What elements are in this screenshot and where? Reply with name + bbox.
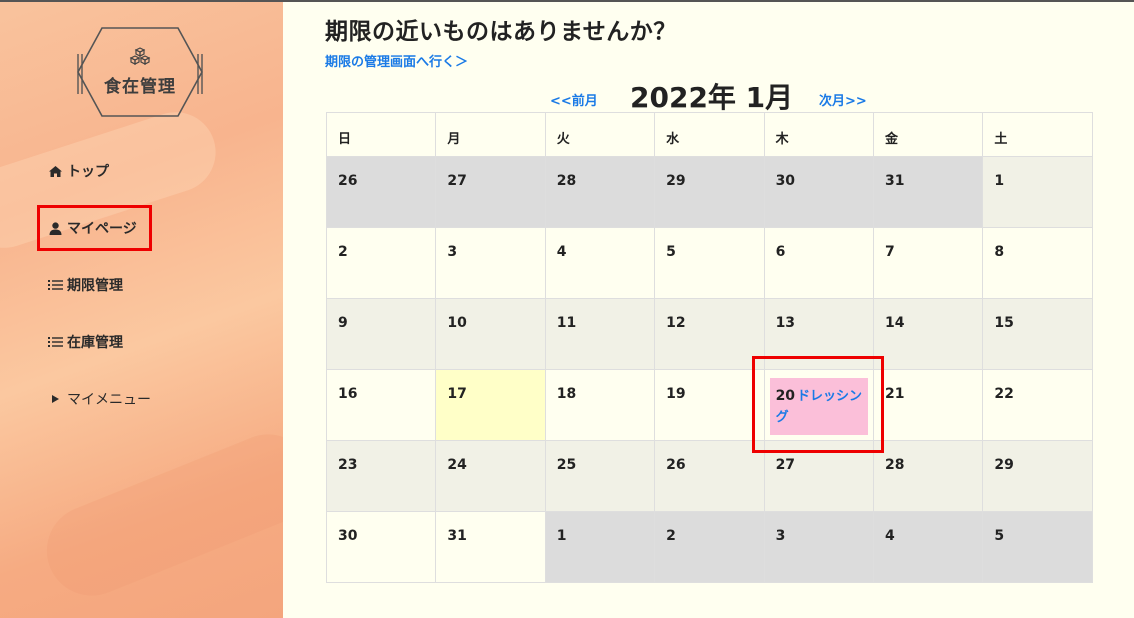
calendar-day-cell[interactable]: 24	[435, 440, 546, 512]
calendar-day-cell[interactable]: 3	[763, 511, 874, 583]
prev-month-link[interactable]: <<前月	[550, 90, 598, 109]
calendar-week-row: 26 27 28 29 30 31 1	[325, 156, 1093, 228]
calendar-week-row: 9 10 11 12 13 14 15	[325, 298, 1093, 370]
calendar-day-cell[interactable]: 5	[982, 511, 1093, 583]
calendar-week-row: 16 17 18 19 20 ドレッシング 21 22	[325, 369, 1093, 441]
logo-text: 食在管理	[104, 77, 176, 97]
triangle-right-icon	[47, 392, 63, 406]
calendar-day-cell[interactable]: 8	[982, 227, 1093, 299]
list-icon	[47, 335, 63, 349]
weekday-header: 水	[654, 112, 765, 157]
calendar-week-row: 23 24 25 26 27 28 29	[325, 440, 1093, 512]
month-navigation: <<前月 2022年 1月 次月>>	[283, 76, 1134, 114]
event-highlight: 20 ドレッシング	[769, 378, 868, 435]
calendar-day-cell[interactable]: 29	[982, 440, 1093, 512]
home-icon	[47, 164, 63, 178]
calendar-day-cell-with-event[interactable]: 20 ドレッシング	[763, 369, 874, 441]
calendar-day-number: 20	[775, 388, 796, 404]
page-title: 期限の近いものはありませんか？	[325, 19, 677, 45]
calendar-day-cell[interactable]: 12	[654, 298, 765, 370]
calendar-table: 日 月 火 水 木 金 土 26 27 28 29 30 31 1 2 3 4 …	[325, 112, 1093, 583]
calendar-day-cell[interactable]: 6	[763, 227, 874, 299]
calendar-day-cell[interactable]: 26	[325, 156, 437, 228]
calendar-day-cell[interactable]: 22	[982, 369, 1093, 441]
calendar-week-row: 2 3 4 5 6 7 8	[325, 227, 1093, 299]
sidebar: 食在管理 トップ マイページ 期限管理 在庫管理 マイメニュー	[0, 0, 283, 618]
calendar-day-cell[interactable]: 2	[654, 511, 765, 583]
weekday-header: 金	[872, 112, 984, 157]
calendar-day-cell[interactable]: 19	[654, 369, 765, 441]
sidebar-item-label: マイページ	[67, 221, 137, 237]
calendar-day-cell[interactable]: 2	[325, 227, 437, 299]
calendar-day-cell[interactable]: 9	[325, 298, 437, 370]
sidebar-item-label: マイメニュー	[67, 392, 151, 408]
calendar-day-cell[interactable]: 15	[982, 298, 1093, 370]
weekday-header: 月	[435, 112, 546, 157]
calendar-day-cell[interactable]: 25	[544, 440, 656, 512]
calendar-day-cell[interactable]: 14	[872, 298, 984, 370]
calendar-day-cell[interactable]: 27	[435, 156, 546, 228]
calendar-day-cell[interactable]: 4	[872, 511, 984, 583]
calendar-day-cell[interactable]: 28	[544, 156, 656, 228]
calendar-day-cell[interactable]: 23	[325, 440, 437, 512]
weekday-header: 日	[325, 112, 437, 157]
sidebar-item-label: 在庫管理	[67, 335, 123, 351]
sidebar-item-mypage[interactable]: マイページ	[47, 217, 137, 239]
calendar-day-cell[interactable]: 1	[544, 511, 656, 583]
sidebar-item-label: 期限管理	[67, 278, 123, 294]
calendar-day-cell[interactable]: 4	[544, 227, 656, 299]
deadline-manage-link[interactable]: 期限の管理画面へ行く＞	[325, 51, 468, 70]
top-border	[0, 0, 1134, 2]
calendar-day-cell[interactable]: 13	[763, 298, 874, 370]
calendar-day-cell[interactable]: 18	[544, 369, 656, 441]
weekday-header: 火	[544, 112, 656, 157]
calendar-day-cell[interactable]: 29	[654, 156, 765, 228]
weekday-header: 土	[982, 112, 1093, 157]
calendar-day-cell[interactable]: 1	[982, 156, 1093, 228]
weekday-header-row: 日 月 火 水 木 金 土	[325, 112, 1093, 157]
calendar-day-cell[interactable]: 28	[872, 440, 984, 512]
calendar-day-cell[interactable]: 31	[872, 156, 984, 228]
calendar-day-cell[interactable]: 11	[544, 298, 656, 370]
sidebar-item-label: トップ	[67, 164, 109, 180]
calendar-day-cell[interactable]: 16	[325, 369, 437, 441]
calendar-day-cell[interactable]: 30	[763, 156, 874, 228]
weekday-header: 木	[763, 112, 874, 157]
calendar-day-cell[interactable]: 27	[763, 440, 874, 512]
main-content: 期限の近いものはありませんか？ 期限の管理画面へ行く＞ <<前月 2022年 1…	[283, 0, 1134, 618]
list-icon	[47, 278, 63, 292]
app-logo[interactable]: 食在管理	[74, 24, 206, 120]
next-month-link[interactable]: 次月>>	[819, 90, 867, 109]
sidebar-item-top[interactable]: トップ	[47, 160, 109, 182]
calendar-day-cell[interactable]: 31	[435, 511, 546, 583]
sidebar-item-stock[interactable]: 在庫管理	[47, 331, 123, 353]
calendar-day-cell[interactable]: 3	[435, 227, 546, 299]
calendar-day-cell[interactable]: 26	[654, 440, 765, 512]
sidebar-item-deadline[interactable]: 期限管理	[47, 274, 123, 296]
user-icon	[47, 221, 63, 235]
calendar-day-cell[interactable]: 5	[654, 227, 765, 299]
calendar-day-cell[interactable]: 7	[872, 227, 984, 299]
sidebar-item-mymenu[interactable]: マイメニュー	[47, 388, 151, 410]
month-title: 2022年 1月	[630, 81, 794, 114]
calendar-day-cell[interactable]: 21	[872, 369, 984, 441]
calendar-day-cell-today[interactable]: 17	[435, 369, 546, 441]
calendar-week-row: 30 31 1 2 3 4 5	[325, 511, 1093, 583]
calendar-day-cell[interactable]: 30	[325, 511, 437, 583]
calendar-day-cell[interactable]: 10	[435, 298, 546, 370]
boxes-icon	[129, 46, 151, 68]
